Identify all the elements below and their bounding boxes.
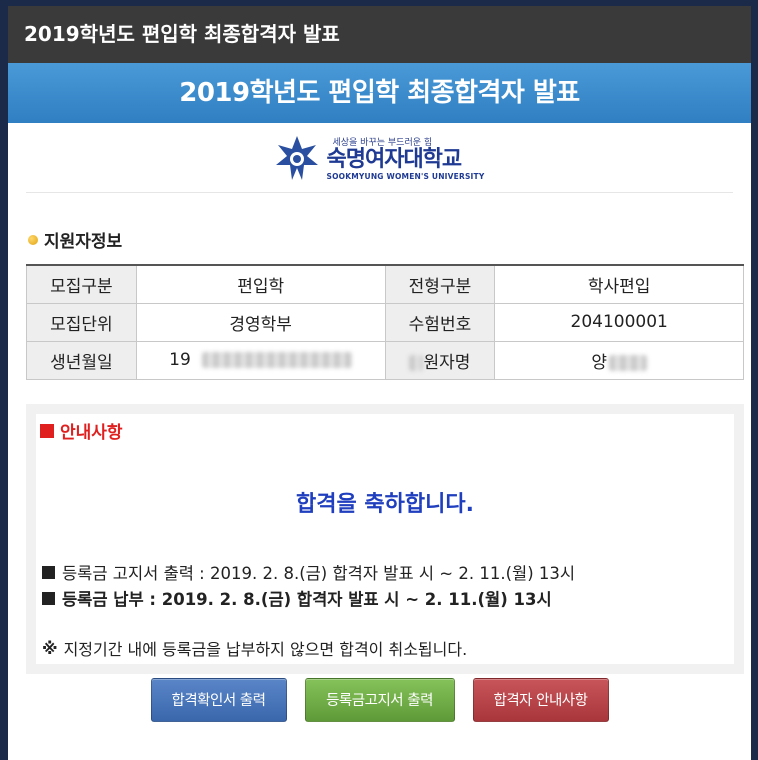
admission-type-label: 전형구분 xyxy=(384,264,496,304)
congratulations-message: 합격을 축하합니다. xyxy=(296,492,474,517)
blurred-label-prefix xyxy=(409,354,424,371)
notice-title: 안내사항 xyxy=(40,418,123,443)
exam-number-value: 204100001 xyxy=(494,302,744,342)
notice-content: 안내사항 합격을 축하합니다. 등록금 고지서 출력 : 2019. 2. 8.… xyxy=(36,414,734,664)
birthdate-label: 생년월일 xyxy=(26,340,137,380)
table-row: 생년월일 19 원자명 양 xyxy=(26,340,744,380)
window-title: 2019학년도 편입학 최종합격자 발표 xyxy=(8,6,751,63)
applicant-section-title: 지원자정보 xyxy=(28,227,751,252)
recruit-type-value: 편입학 xyxy=(135,264,386,304)
action-buttons: 합격확인서 출력 등록금고지서 출력 합격자 안내사항 xyxy=(8,678,751,722)
recruit-unit-value: 경영학부 xyxy=(135,302,386,342)
print-invoice-button[interactable]: 등록금고지서 출력 xyxy=(304,678,455,722)
section-title-text: 지원자정보 xyxy=(44,232,123,252)
university-logo: 세상을 바꾸는 부드러운 힘 숙명여자대학교 SOOKMYUNG WOMEN'S… xyxy=(26,123,733,193)
birthdate-value: 19 xyxy=(135,340,386,380)
notice-line-invoice-text: 등록금 고지서 출력 : 2019. 2. 8.(금) 합격자 발표 시 ~ 2… xyxy=(62,564,576,583)
reference-mark-icon: ※ xyxy=(42,638,58,658)
applicant-name-visible: 양 xyxy=(591,352,607,373)
university-emblem-icon xyxy=(276,135,319,180)
applicant-info-table: 모집구분 편입학 전형구분 학사편입 모집단위 경영학부 수험번호 204100… xyxy=(26,264,744,380)
page-banner: 2019학년도 편입학 최종합격자 발표 xyxy=(8,63,751,123)
recruit-unit-label: 모집단위 xyxy=(26,302,137,342)
applicant-name-label: 원자명 xyxy=(384,340,496,380)
birthdate-visible: 19 xyxy=(169,350,191,370)
notice-line-payment: 등록금 납부 : 2019. 2. 8.(금) 합격자 발표 시 ~ 2. 11… xyxy=(42,586,552,610)
logo-tagline: 세상을 바꾸는 부드러운 힘 xyxy=(332,137,433,148)
admission-guide-button[interactable]: 합격자 안내사항 xyxy=(472,678,609,722)
red-square-icon xyxy=(40,423,54,438)
bullet-icon xyxy=(28,234,38,245)
table-row: 모집구분 편입학 전형구분 학사편입 xyxy=(26,264,744,304)
notice-title-text: 안내사항 xyxy=(60,423,123,443)
applicant-name-value: 양 xyxy=(494,340,744,380)
admission-type-value: 학사편입 xyxy=(494,264,744,304)
logo-english-name: SOOKMYUNG WOMEN'S UNIVERSITY xyxy=(326,171,485,181)
exam-number-label: 수험번호 xyxy=(384,302,496,342)
logo-name: 숙명여자대학교 xyxy=(326,146,462,172)
notice-line-payment-text: 등록금 납부 : 2019. 2. 8.(금) 합격자 발표 시 ~ 2. 11… xyxy=(62,590,552,609)
black-square-icon xyxy=(42,591,55,605)
notice-box: 안내사항 합격을 축하합니다. 등록금 고지서 출력 : 2019. 2. 8.… xyxy=(26,404,744,674)
notice-line-warning-text: 지정기간 내에 등록금을 납부하지 않으면 합격이 취소됩니다. xyxy=(63,640,468,659)
applicant-name-label-text: 원자명 xyxy=(423,352,471,373)
recruit-type-label: 모집구분 xyxy=(26,264,137,304)
notice-line-invoice: 등록금 고지서 출력 : 2019. 2. 8.(금) 합격자 발표 시 ~ 2… xyxy=(42,560,575,584)
print-confirmation-button[interactable]: 합격확인서 출력 xyxy=(150,678,287,722)
table-row: 모집단위 경영학부 수험번호 204100001 xyxy=(26,302,744,342)
blurred-name xyxy=(608,354,647,371)
blurred-birthdate xyxy=(202,352,353,368)
notice-line-warning: ※ 지정기간 내에 등록금을 납부하지 않으면 합격이 취소됩니다. xyxy=(42,636,467,660)
black-square-icon xyxy=(42,565,55,579)
